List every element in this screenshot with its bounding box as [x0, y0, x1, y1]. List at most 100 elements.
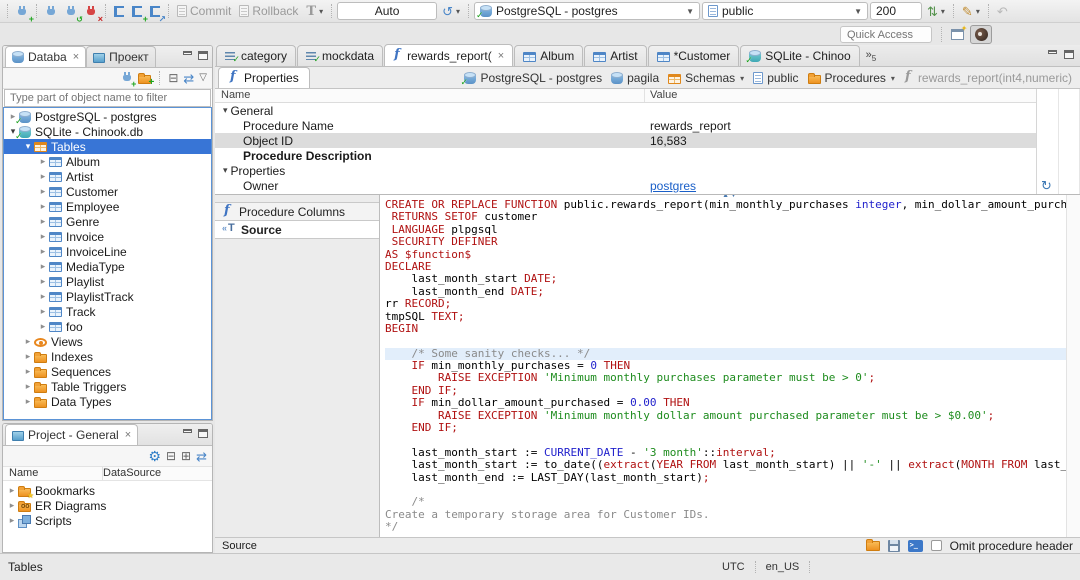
tab-projects[interactable]: Проект — [86, 46, 156, 67]
tree-item-playlist[interactable]: ▸ Playlist — [4, 274, 211, 289]
breadcrumb-item-postgresql-postgres[interactable]: PostgreSQL - postgres — [460, 71, 602, 88]
link-with-editor-button[interactable]: ⇄ — [196, 450, 207, 463]
property-row-object-id[interactable]: Object ID 16,583 — [215, 133, 1036, 148]
expand-arrow-icon[interactable]: ▸ — [37, 321, 49, 332]
expand-arrow-icon[interactable]: ▸ — [37, 246, 49, 257]
project-item-er-diagrams[interactable]: ▸ ER Diagrams — [3, 498, 212, 513]
property-row-owner[interactable]: Owner postgres — [215, 178, 1036, 193]
collapse-all-button[interactable]: ⊟ — [166, 450, 176, 462]
editor-tab-customer[interactable]: *Customer — [647, 45, 740, 66]
breadcrumb-item-procedures[interactable]: Procedures ▾ — [807, 71, 895, 85]
editor-tab-sqlite-chinoo[interactable]: SQLite - Chinoo — [740, 45, 860, 66]
project-item-scripts[interactable]: ▸ Scripts — [3, 513, 212, 528]
column-header-name[interactable]: Name — [215, 89, 645, 102]
tree-item-data-types[interactable]: ▸ Data Types — [4, 394, 211, 409]
tab-properties[interactable]: Properties — [218, 67, 310, 88]
expand-arrow-icon[interactable]: ▸ — [37, 291, 49, 302]
rollback-button[interactable]: Rollback — [236, 1, 301, 21]
breadcrumb-item-pagila[interactable]: pagila — [611, 71, 659, 85]
pen-button[interactable]: ✎ ▾ — [959, 1, 983, 21]
expand-arrow-icon[interactable]: ▸ — [37, 186, 49, 197]
schema-select[interactable]: public ▼ — [702, 2, 868, 20]
close-icon[interactable]: × — [73, 51, 79, 63]
close-icon[interactable]: × — [498, 50, 504, 62]
editor-tab-category[interactable]: category — [216, 45, 297, 66]
column-header-datasource[interactable]: DataSource — [103, 467, 161, 480]
property-row-procedure-description[interactable]: Procedure Description — [215, 148, 1036, 163]
tab-project-general[interactable]: Project - General × — [5, 424, 139, 445]
tab-database-navigator[interactable]: Databa × — [5, 46, 87, 67]
object-filter-input[interactable] — [4, 89, 211, 107]
open-sql-script-button[interactable]: ↗ — [147, 1, 166, 24]
tree-item-track[interactable]: ▸ Track — [4, 304, 211, 319]
undo-button[interactable]: ↶ — [994, 1, 1011, 21]
expand-arrow-icon[interactable]: ▸ — [22, 351, 34, 362]
expand-arrow-icon[interactable]: ▸ — [37, 306, 49, 317]
minimize-button[interactable] — [183, 51, 192, 55]
refresh-icon[interactable]: ↻ — [1041, 178, 1052, 194]
expand-arrow-icon[interactable]: ▸ — [22, 336, 34, 347]
open-perspective-button[interactable] — [946, 24, 968, 44]
connect-button[interactable] — [42, 1, 60, 21]
collapse-arrow-icon[interactable]: ▾ — [22, 141, 34, 152]
tree-item-foo[interactable]: ▸ foo — [4, 319, 211, 334]
expand-arrow-icon[interactable]: ▸ — [22, 381, 34, 392]
property-row-properties[interactable]: ▾ Properties — [215, 163, 1036, 178]
source-code[interactable]: CREATE OR REPLACE FUNCTION public.reward… — [385, 199, 1066, 537]
expand-arrow-icon[interactable]: ▸ — [6, 515, 18, 526]
expand-arrow-icon[interactable]: ▸ — [6, 500, 18, 511]
editor-tab-rewards-report[interactable]: rewards_report(× — [384, 44, 514, 66]
transaction-mode-select[interactable]: Auto — [337, 2, 438, 20]
tab-source[interactable]: Source — [215, 220, 379, 239]
sync-button[interactable]: ⇅ ▾ — [924, 1, 948, 21]
tree-item-invoiceline[interactable]: ▸ InvoiceLine — [4, 244, 211, 259]
property-row-procedure-name[interactable]: Procedure Name rewards_report — [215, 118, 1036, 133]
minimize-button[interactable] — [183, 429, 192, 433]
timezone-indicator[interactable]: UTC — [712, 561, 756, 573]
minimize-button[interactable] — [1048, 50, 1057, 54]
reconnect-button[interactable]: ↺ — [62, 1, 83, 24]
locale-indicator[interactable]: en_US — [756, 561, 811, 573]
tree-item-playlisttrack[interactable]: ▸ PlaylistTrack — [4, 289, 211, 304]
save-icon[interactable] — [887, 539, 900, 552]
collapse-arrow-icon[interactable]: ▾ — [223, 105, 228, 116]
tab-source-bottom[interactable]: Source — [222, 540, 257, 552]
tree-item-sequences[interactable]: ▸ Sequences — [4, 364, 211, 379]
history-button[interactable]: ↺ ▾ — [439, 1, 463, 21]
tree-item-invoice[interactable]: ▸ Invoice — [4, 229, 211, 244]
expand-arrow-icon[interactable]: ▸ — [37, 231, 49, 242]
disconnect-button[interactable]: × — [82, 1, 103, 24]
expand-arrow-icon[interactable]: ▸ — [37, 201, 49, 212]
column-header-name[interactable]: Name — [3, 467, 103, 480]
view-menu-button[interactable]: ▽ — [199, 73, 207, 83]
tree-item-table-triggers[interactable]: ▸ Table Triggers — [4, 379, 211, 394]
tree-item-indexes[interactable]: ▸ Indexes — [4, 349, 211, 364]
new-connection-button[interactable]: + — [13, 1, 34, 24]
project-item-bookmarks[interactable]: ▸ Bookmarks — [3, 483, 212, 500]
open-folder-icon[interactable] — [865, 538, 880, 551]
tree-item-genre[interactable]: ▸ Genre — [4, 214, 211, 229]
chevron-down-icon[interactable]: ▾ — [740, 74, 744, 83]
close-icon[interactable]: × — [125, 429, 131, 441]
breadcrumb-item-rewards-report-int4-numeric[interactable]: rewards_report(int4,numeric) — [904, 69, 1072, 85]
tree-item-album[interactable]: ▸ Album — [4, 154, 211, 169]
expand-all-button[interactable]: ⊞ — [181, 450, 191, 462]
breadcrumb-item-schemas[interactable]: Schemas ▾ — [668, 71, 744, 85]
expand-arrow-icon[interactable]: ▸ — [37, 156, 49, 167]
commit-button[interactable]: Commit — [174, 1, 234, 21]
sash-handle[interactable]: ▲▼ — [722, 195, 738, 199]
tree-item-sqlite-chinook-db[interactable]: ▾SQLite - Chinook.db — [4, 124, 211, 142]
omit-procedure-header-checkbox[interactable] — [930, 540, 942, 551]
maximize-button[interactable] — [1064, 50, 1074, 59]
expand-arrow-icon[interactable]: ▸ — [22, 396, 34, 407]
expand-arrow-icon[interactable]: ▸ — [37, 171, 49, 182]
connection-select[interactable]: PostgreSQL - postgres ▼ — [474, 2, 700, 21]
quick-access-input[interactable] — [840, 26, 932, 43]
fetch-size-input[interactable] — [870, 2, 922, 20]
link-with-editor-button[interactable]: ⇄ — [183, 72, 194, 85]
new-folder-button[interactable] — [138, 73, 154, 88]
maximize-button[interactable] — [198, 51, 208, 60]
editor-tab-mockdata[interactable]: mockdata — [297, 45, 384, 66]
code-scrollbar[interactable] — [1066, 195, 1080, 537]
tree-item-artist[interactable]: ▸ Artist — [4, 169, 211, 184]
